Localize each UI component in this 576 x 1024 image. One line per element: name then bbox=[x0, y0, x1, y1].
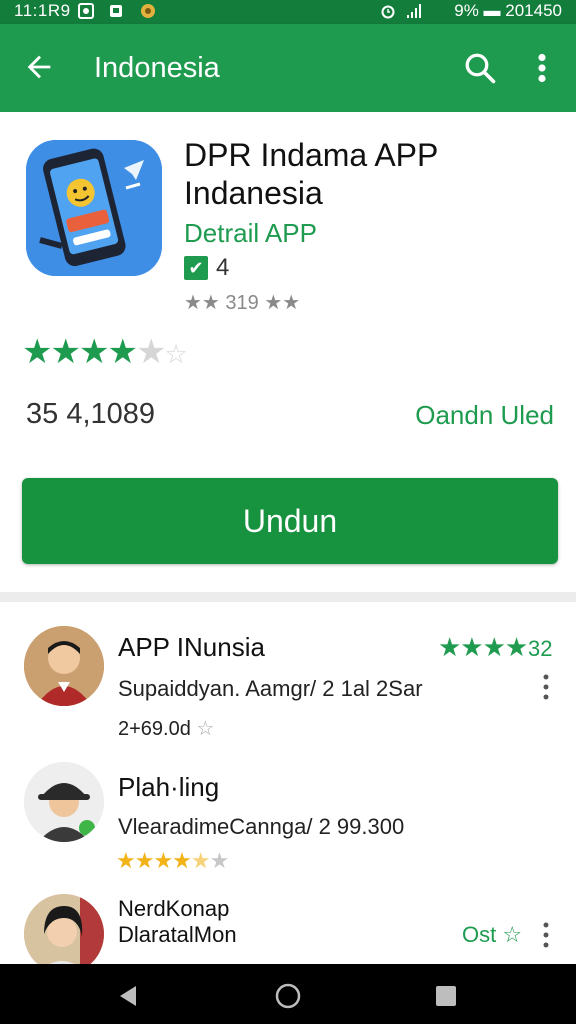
notification-icon bbox=[78, 3, 94, 19]
review-stars: ★★★★ bbox=[438, 632, 528, 662]
phone-illustration-icon bbox=[26, 140, 162, 276]
download-count: 35 4,1089 bbox=[26, 398, 156, 430]
star-icon: ★ bbox=[107, 333, 138, 371]
message-icon bbox=[110, 5, 122, 17]
system-nav-bar bbox=[0, 964, 576, 1024]
app-title: DPR Indama APP Indanesia bbox=[184, 137, 438, 211]
reviewer-name: APP INunsia bbox=[118, 632, 265, 662]
section-divider bbox=[0, 592, 576, 602]
star-icon: ★ bbox=[50, 333, 81, 371]
review-score: 32 bbox=[528, 636, 553, 661]
more-vert-icon[interactable] bbox=[536, 672, 556, 702]
arrow-back-icon[interactable] bbox=[22, 50, 56, 84]
review-text: VlearadimeCannga/ 2 99.300 bbox=[118, 814, 405, 839]
install-button[interactable]: Undun bbox=[22, 478, 558, 564]
verify-label: 4 bbox=[216, 254, 230, 281]
app-icon[interactable] bbox=[26, 140, 162, 276]
alarm-icon bbox=[381, 5, 395, 19]
app-bar: Indonesia bbox=[0, 24, 576, 112]
app-notification-icon bbox=[141, 4, 155, 18]
app-subtitle-link[interactable]: Detrail APP bbox=[184, 218, 317, 249]
reviewer-name: Plah·ling bbox=[118, 772, 220, 802]
star-empty-icon: ☆ bbox=[196, 718, 215, 740]
more-vert-icon[interactable] bbox=[528, 50, 556, 86]
page-title: Indonesia bbox=[94, 52, 220, 84]
search-icon[interactable] bbox=[462, 50, 498, 86]
nav-back-icon[interactable] bbox=[114, 982, 142, 1010]
app-detail-card: DPR Indama APP Indanesia Detrail APP ✔ 4… bbox=[0, 112, 576, 592]
status-battery-time: 9% ▬ 201450 bbox=[454, 1, 562, 20]
review-stars: ★★★★★★ bbox=[116, 848, 229, 873]
status-time: 11:1R9 bbox=[14, 1, 71, 20]
reviewer-name-secondary: DlaratalMon bbox=[118, 922, 237, 947]
reviewer-name: NerdKonap bbox=[118, 896, 230, 921]
star-icon: ★ bbox=[22, 333, 53, 371]
status-link[interactable]: Oandn Uled bbox=[415, 400, 554, 431]
rating-stars: ★★★★★☆ bbox=[22, 332, 188, 372]
star-empty-icon: ★ bbox=[135, 333, 167, 371]
small-rating: ★★ 319 ★★ bbox=[184, 292, 301, 314]
star-empty-icon: ☆ bbox=[164, 339, 187, 369]
avatar bbox=[24, 762, 104, 842]
more-vert-icon[interactable] bbox=[536, 920, 556, 950]
avatar bbox=[24, 626, 104, 706]
checkbox-icon: ✔ bbox=[184, 256, 208, 280]
nav-home-icon[interactable] bbox=[274, 982, 302, 1010]
review-text: Supaiddyan. Aamgr/ 2 1al 2Sar bbox=[118, 676, 423, 701]
signal-icon bbox=[407, 4, 421, 18]
review-date: 2+69.0d bbox=[118, 718, 191, 740]
star-icon: ★ bbox=[78, 333, 110, 371]
nav-recents-icon[interactable] bbox=[432, 982, 460, 1010]
review-side-text: Ost ☆ bbox=[462, 922, 523, 947]
status-bar: 11:1R9 9% ▬ 201450 bbox=[0, 0, 576, 24]
avatar bbox=[24, 894, 104, 974]
review-subtext: 2+69.0d ☆ bbox=[118, 716, 214, 741]
